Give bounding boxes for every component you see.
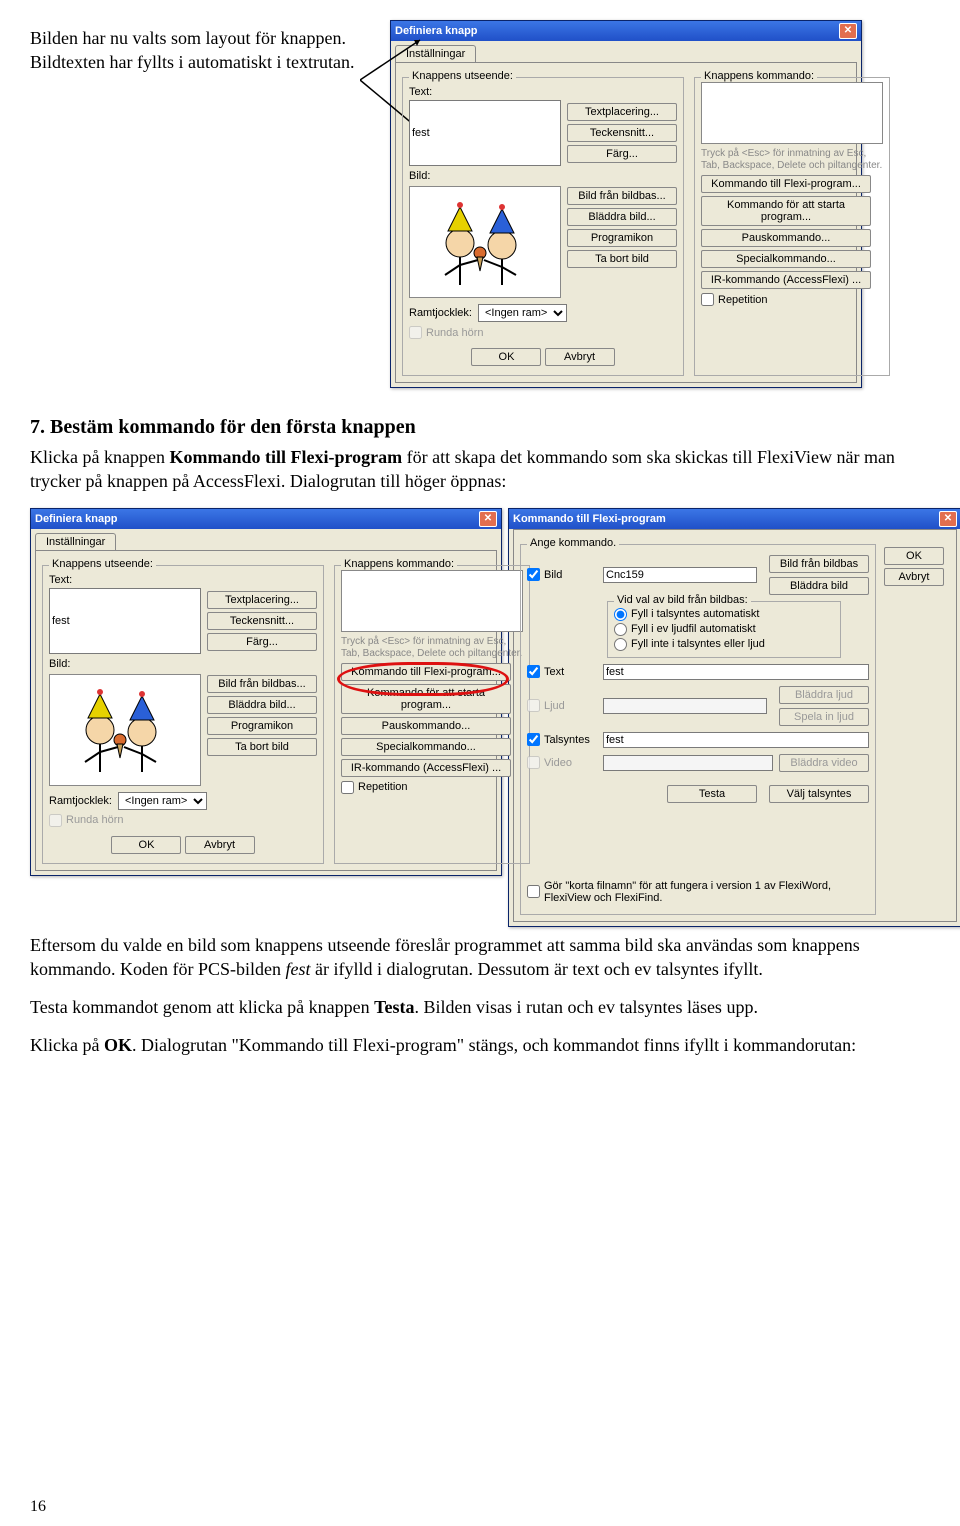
- group-appearance: Knappens utseende:: [409, 70, 516, 82]
- text-input[interactable]: [409, 100, 561, 166]
- kommando-flexi-button[interactable]: Kommando till Flexi-program...: [701, 175, 871, 193]
- pauskommando-button[interactable]: Pauskommando...: [701, 229, 871, 247]
- close-icon[interactable]: ✕: [939, 511, 957, 527]
- close-icon[interactable]: ✕: [839, 23, 857, 39]
- image-preview-2: [49, 674, 201, 786]
- dialog-title: Definiera knapp: [395, 25, 478, 37]
- bild-checkbox[interactable]: [527, 568, 540, 581]
- define-button-dialog-2: Definiera knapp ✕ Inställningar Knappens…: [30, 508, 502, 876]
- page-number: 16: [30, 1498, 46, 1516]
- ok-button[interactable]: OK: [471, 348, 541, 366]
- kommando-start-button[interactable]: Kommando för att starta program...: [701, 196, 871, 226]
- runda-horn-checkbox: [409, 326, 422, 339]
- tab-settings[interactable]: Inställningar: [395, 45, 476, 62]
- ange-kommando-group: Ange kommando.: [527, 537, 619, 549]
- radio-title: Vid val av bild från bildbas:: [614, 594, 751, 606]
- textplacering-button[interactable]: Textplacering...: [567, 103, 677, 121]
- group-command: Knappens kommando:: [701, 70, 817, 82]
- close-icon[interactable]: ✕: [479, 511, 497, 527]
- tab-settings-2[interactable]: Inställningar: [35, 533, 116, 550]
- avbryt-button[interactable]: Avbryt: [545, 348, 615, 366]
- after-p2: Testa kommandot genom att klicka på knap…: [30, 995, 930, 1019]
- define-button-dialog: Definiera knapp ✕ Inställningar Knappens…: [390, 20, 862, 388]
- text-checkbox[interactable]: [527, 665, 540, 678]
- bladdra-video-button: Bläddra video: [779, 754, 869, 772]
- radio-none[interactable]: [614, 638, 627, 651]
- ljud-value-input: [603, 698, 767, 714]
- bild-fran-bildbas-button-2[interactable]: Bild från bildbas: [769, 555, 869, 573]
- repetition-label: Repetition: [718, 294, 768, 306]
- bladdra-ljud-button: Bläddra ljud: [779, 686, 869, 704]
- ramtjocklek-label: Ramtjocklek:: [409, 307, 472, 319]
- bild-fran-bildbas-button[interactable]: Bild från bildbas...: [567, 187, 677, 205]
- valj-talsyntes-button[interactable]: Välj talsyntes: [769, 785, 869, 803]
- ta-bort-bild-button[interactable]: Ta bort bild: [567, 250, 677, 268]
- kommando-flexi-button-highlight[interactable]: Kommando till Flexi-program...: [341, 663, 511, 681]
- bladdra-bild-button-2[interactable]: Bläddra bild: [769, 577, 869, 595]
- teckensnitt-button[interactable]: Teckensnitt...: [567, 124, 677, 142]
- repetition-checkbox[interactable]: [701, 293, 714, 306]
- text-value-input[interactable]: [603, 664, 869, 680]
- farg-button[interactable]: Färg...: [567, 145, 677, 163]
- video-input: [603, 755, 773, 771]
- programikon-button[interactable]: Programikon: [567, 229, 677, 247]
- talsyntes-checkbox[interactable]: [527, 733, 540, 746]
- text-input-2[interactable]: [49, 588, 201, 654]
- radio-talsyntes-auto[interactable]: [614, 608, 627, 621]
- video-checkbox: [527, 756, 540, 769]
- flexi-dialog-title: Kommando till Flexi-program: [513, 513, 666, 525]
- bild-label: Bild:: [409, 170, 677, 182]
- specialkommando-button[interactable]: Specialkommando...: [701, 250, 871, 268]
- command-textbox[interactable]: [701, 82, 883, 144]
- bild-value-input[interactable]: [603, 567, 757, 583]
- ljud-checkbox: [527, 699, 540, 712]
- image-preview: [409, 186, 561, 298]
- flexi-ok-button[interactable]: OK: [884, 547, 944, 565]
- dialog-title-2: Definiera knapp: [35, 513, 118, 525]
- command-hint: Tryck på <Esc> för inmatning av Esc, Tab…: [701, 148, 883, 172]
- flexi-command-dialog: Kommando till Flexi-program ✕ Ange komma…: [508, 508, 960, 927]
- spela-in-ljud-button: Spela in ljud: [779, 708, 869, 726]
- flexi-avbryt-button[interactable]: Avbryt: [884, 568, 944, 586]
- after-p1: Eftersom du valde en bild som knappens u…: [30, 933, 930, 982]
- testa-button[interactable]: Testa: [667, 785, 757, 803]
- text-label: Text:: [409, 86, 677, 98]
- dialog-titlebar: Definiera knapp ✕: [391, 21, 861, 41]
- intro-paragraph: Bilden har nu valts som layout för knapp…: [30, 26, 370, 75]
- ramtjocklek-select[interactable]: <Ingen ram>: [478, 304, 567, 322]
- section-heading: 7. Bestäm kommando för den första knappe…: [30, 416, 930, 439]
- ir-kommando-button[interactable]: IR-kommando (AccessFlexi) ...: [701, 271, 871, 289]
- runda-horn-label: Runda hörn: [426, 327, 484, 339]
- bladdra-bild-button[interactable]: Bläddra bild...: [567, 208, 677, 226]
- radio-ljud-auto[interactable]: [614, 623, 627, 636]
- after-p3: Klicka på OK. Dialogrutan "Kommando till…: [30, 1033, 930, 1057]
- section-body: Klicka på knappen Kommando till Flexi-pr…: [30, 445, 930, 494]
- talsyntes-input[interactable]: [603, 732, 869, 748]
- korta-filnamn-checkbox[interactable]: [527, 885, 540, 898]
